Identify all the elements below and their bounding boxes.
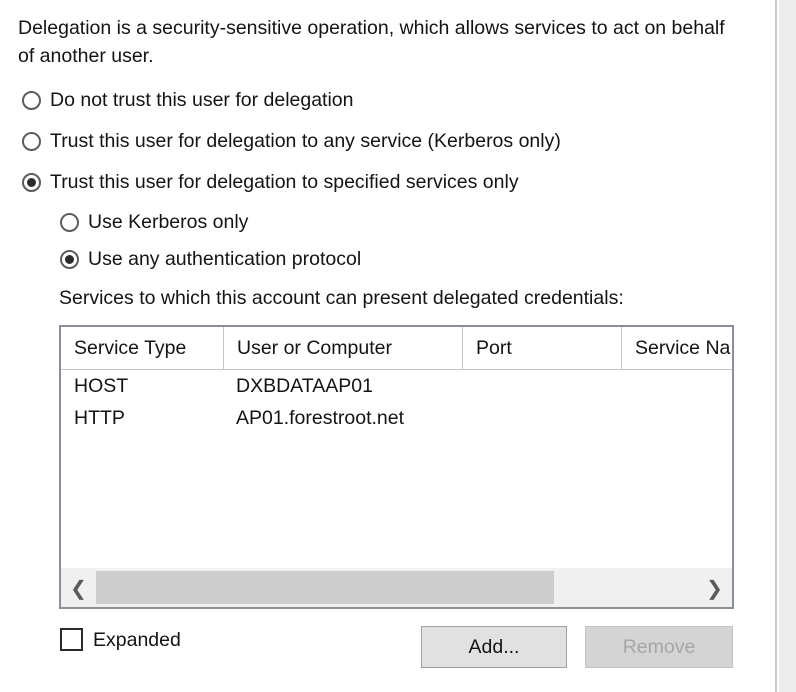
radio-trust-specified-services[interactable]: Trust this user for delegation to specif…: [22, 172, 519, 192]
add-button[interactable]: Add...: [421, 626, 567, 668]
delegation-tab-panel: Delegation is a security-sensitive opera…: [0, 0, 777, 692]
dialog-right-gutter: [779, 0, 796, 692]
column-header-port[interactable]: Port: [462, 327, 621, 369]
intro-description: Delegation is a security-sensitive opera…: [18, 17, 725, 67]
services-listview[interactable]: Service Type User or Computer Port Servi…: [59, 325, 734, 609]
radio-label: Trust this user for delegation to specif…: [50, 171, 519, 193]
horizontal-scrollbar[interactable]: ❮ ❯: [61, 567, 732, 607]
cell-user-or-computer: DXBDATAAP01: [236, 375, 373, 397]
radio-indicator: [22, 131, 41, 151]
radio-use-kerberos-only[interactable]: Use Kerberos only: [60, 212, 248, 232]
radio-trust-any-service[interactable]: Trust this user for delegation to any se…: [22, 131, 561, 151]
radio-indicator: [22, 90, 41, 110]
table-row[interactable]: HOST DXBDATAAP01: [61, 370, 732, 402]
radio-label: Do not trust this user for delegation: [50, 89, 354, 111]
scroll-left-arrow-icon[interactable]: ❮: [61, 568, 96, 607]
scrollbar-thumb[interactable]: [96, 571, 554, 604]
radio-label: Use Kerberos only: [88, 211, 249, 233]
radio-indicator: [60, 212, 79, 232]
table-row[interactable]: HTTP AP01.forestroot.net: [61, 402, 732, 434]
radio-use-any-authentication-protocol[interactable]: Use any authentication protocol: [60, 249, 361, 269]
cell-port: [462, 402, 621, 434]
remove-button: Remove: [585, 626, 733, 668]
radio-do-not-trust[interactable]: Do not trust this user for delegation: [22, 90, 354, 110]
listview-header: Service Type User or Computer Port Servi…: [61, 327, 732, 370]
radio-label: Trust this user for delegation to any se…: [50, 130, 561, 152]
listview-rows: HOST DXBDATAAP01 HTTP AP01.forestroot.ne…: [61, 370, 732, 566]
cell-service-type: HOST: [74, 375, 129, 397]
cell-service-name: [621, 402, 732, 434]
cell-user-or-computer: AP01.forestroot.net: [236, 407, 405, 429]
checkbox-indicator: [60, 628, 83, 651]
checkbox-label: Expanded: [93, 628, 181, 651]
column-header-user-or-computer[interactable]: User or Computer: [223, 327, 462, 369]
cell-port: [462, 370, 621, 402]
column-header-service-name[interactable]: Service Na: [621, 327, 732, 369]
radio-indicator-selected: [60, 249, 79, 269]
column-header-service-type[interactable]: Service Type: [61, 327, 223, 369]
services-list-caption: Services to which this account can prese…: [59, 287, 624, 309]
radio-indicator-selected: [22, 172, 41, 192]
expanded-checkbox[interactable]: Expanded: [60, 628, 181, 651]
radio-label: Use any authentication protocol: [88, 248, 362, 270]
scroll-right-arrow-icon[interactable]: ❯: [697, 568, 732, 607]
cell-service-type: HTTP: [74, 407, 125, 429]
cell-service-name: [621, 370, 732, 402]
